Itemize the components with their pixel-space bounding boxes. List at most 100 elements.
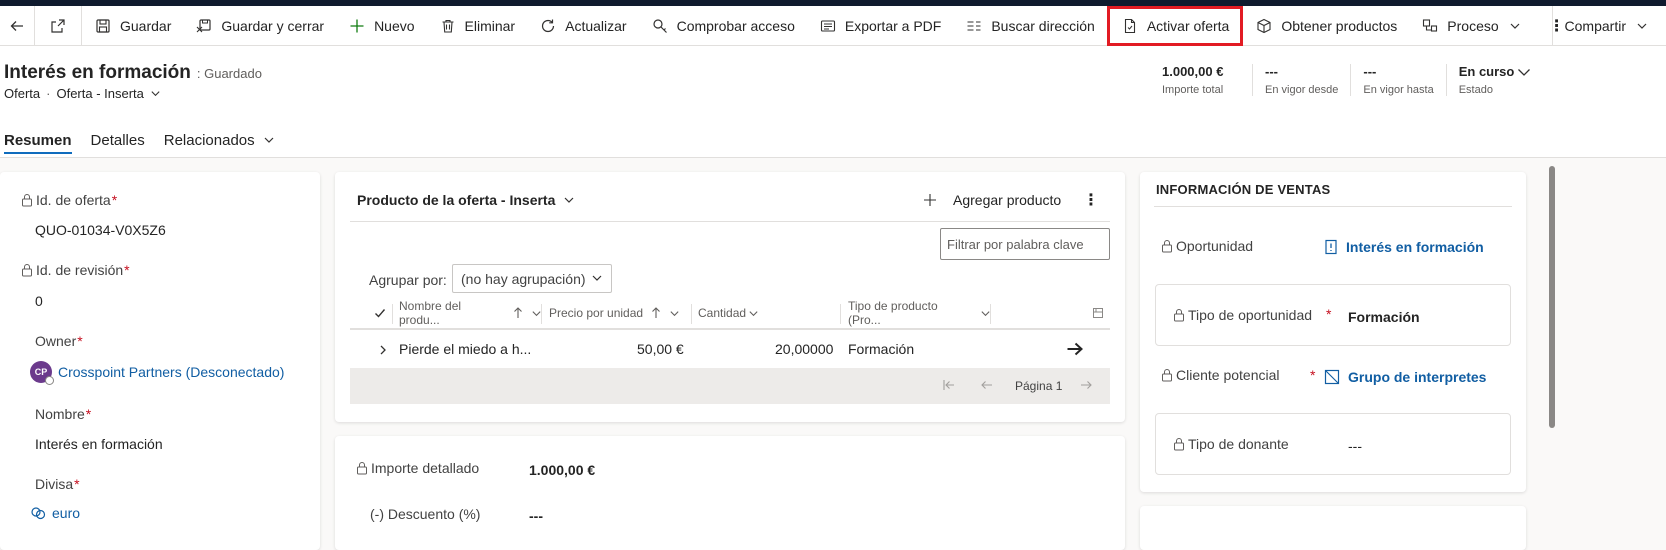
prospect-lookup[interactable]: Grupo de interpretes: [1324, 369, 1486, 385]
get-products-button[interactable]: Obtener productos: [1243, 6, 1409, 46]
export-pdf-button[interactable]: Exportar a PDF: [807, 6, 953, 46]
open-record-arrow-icon[interactable]: [1066, 341, 1084, 360]
share-button[interactable]: Compartir: [1551, 6, 1666, 46]
opportunity-icon: [1324, 239, 1338, 255]
required-marker: *: [111, 192, 118, 208]
plus-icon: [923, 193, 937, 207]
currency-link[interactable]: euro: [52, 505, 80, 521]
next-page-icon[interactable]: [1079, 378, 1093, 392]
name-input[interactable]: Interés en formación: [35, 436, 163, 452]
column-header-product-type[interactable]: Tipo de producto (Pro...: [848, 298, 991, 328]
prospect-link[interactable]: Grupo de interpretes: [1348, 369, 1486, 385]
required-marker: *: [77, 333, 83, 349]
expand-row-icon[interactable]: [378, 343, 388, 359]
save-button[interactable]: Guardar: [82, 6, 183, 46]
revision-id-value: 0: [35, 293, 43, 309]
check-access-button[interactable]: Comprobar acceso: [639, 6, 807, 46]
name-label: Nombre *: [35, 406, 91, 422]
lock-icon: [1172, 437, 1186, 451]
sales-information-section: INFORMACIÓN DE VENTAS Oportunidad Interé…: [1140, 172, 1526, 492]
save-close-label: Guardar y cerrar: [221, 17, 325, 34]
open-new-window-button[interactable]: [35, 6, 81, 46]
refresh-label: Actualizar: [565, 17, 627, 34]
keyword-filter-input[interactable]: Filtrar por palabra clave: [940, 228, 1110, 260]
field-label-text: Oportunidad: [1176, 238, 1254, 254]
cell-unit-price: 50,00 €: [637, 341, 684, 357]
column-header-quantity[interactable]: Cantidad: [698, 298, 841, 328]
cell-product-name[interactable]: Pierde el miedo a h...: [399, 341, 531, 357]
revision-id-label: Id. de revisión *: [20, 262, 130, 278]
tab-details[interactable]: Detalles: [91, 122, 145, 158]
owner-lookup[interactable]: CP Crosspoint Partners (Desconectado): [30, 361, 284, 385]
group-by-select[interactable]: (no hay agrupación): [452, 264, 612, 293]
command-bar: Guardar Guardar y cerrar Nuevo Eliminar …: [0, 5, 1666, 46]
column-header-price[interactable]: Precio por unidad: [549, 298, 692, 328]
save-label: Guardar: [120, 17, 172, 34]
subgrid-more-button[interactable]: ⋮: [1083, 190, 1099, 210]
export-pdf-label: Exportar a PDF: [844, 17, 942, 34]
back-button[interactable]: [0, 6, 34, 46]
scrollbar-thumb[interactable]: [1549, 166, 1555, 428]
page-indicator: Página 1: [1015, 379, 1063, 393]
donor-type-field: Tipo de donante ---: [1155, 413, 1511, 475]
page-scrollbar[interactable]: [1545, 158, 1561, 550]
title-row: Interés en formación : Guardado: [4, 62, 262, 84]
new-button[interactable]: Nuevo: [336, 6, 426, 46]
chevron-down-icon[interactable]: [150, 88, 161, 99]
breadcrumb: Oferta · Oferta - Inserta: [4, 86, 161, 101]
column-divider: [691, 304, 692, 324]
column-header-name[interactable]: Nombre del produ...: [399, 298, 542, 328]
tab-summary[interactable]: Resumen: [4, 122, 72, 158]
header-expand-button[interactable]: [1516, 64, 1532, 83]
opportunity-lookup[interactable]: Interés en formación: [1324, 239, 1484, 255]
lock-icon: [1160, 368, 1174, 382]
activate-quote-label: Activar oferta: [1146, 17, 1230, 34]
divider: [350, 221, 1110, 222]
first-page-icon[interactable]: [942, 378, 956, 392]
cell-product-type: Formación: [848, 341, 915, 357]
amounts-section: Importe detallado 1.000,00 € (-) Descuen…: [335, 436, 1125, 550]
check-access-label: Comprobar acceso: [676, 17, 795, 34]
add-product-button[interactable]: Agregar producto: [923, 192, 1061, 208]
currency-lookup[interactable]: euro: [30, 505, 80, 521]
form-selector[interactable]: Oferta - Inserta: [56, 86, 143, 101]
delete-button[interactable]: Eliminar: [427, 6, 528, 46]
process-button[interactable]: Proceso: [1409, 6, 1532, 46]
column-divider: [840, 304, 841, 324]
refresh-button[interactable]: Actualizar: [527, 6, 638, 46]
header-field-label: Estado: [1458, 84, 1493, 96]
subgrid-title[interactable]: Producto de la oferta - Inserta: [357, 192, 575, 208]
grid-pager: Página 1: [350, 368, 1110, 404]
save-close-icon: [195, 17, 213, 35]
required-marker: *: [85, 406, 92, 422]
discount-value[interactable]: ---: [529, 508, 543, 524]
discount-label: (-) Descuento (%): [370, 506, 481, 522]
header-field-value: En curso: [1458, 64, 1515, 79]
avatar-initials: CP: [34, 367, 48, 377]
delete-label: Eliminar: [464, 17, 516, 34]
trash-icon: [439, 17, 457, 35]
column-header-text: Precio por unidad: [549, 306, 644, 320]
donor-type-value[interactable]: ---: [1348, 438, 1362, 454]
opportunity-type-value[interactable]: Formación: [1348, 309, 1420, 325]
activate-quote-button[interactable]: Activar oferta: [1106, 5, 1244, 46]
previous-page-icon[interactable]: [980, 378, 994, 392]
prospect-label: Cliente potencial: [1160, 367, 1280, 383]
save-close-button[interactable]: Guardar y cerrar: [183, 6, 336, 46]
lock-icon: [1172, 308, 1186, 322]
opportunity-link[interactable]: Interés en formación: [1346, 239, 1484, 255]
process-icon: [1421, 17, 1439, 35]
tab-related[interactable]: Relacionados: [164, 122, 275, 158]
owner-link[interactable]: Crosspoint Partners (Desconectado): [58, 364, 284, 380]
owner-label: Owner *: [35, 333, 83, 349]
column-settings-button[interactable]: [1092, 298, 1106, 328]
find-address-button[interactable]: Buscar dirección: [953, 6, 1107, 46]
header-field-label: En vigor desde: [1265, 84, 1339, 96]
chevron-down-icon: [263, 134, 275, 146]
header-fields: 1.000,00 € Importe total --- En vigor de…: [1162, 64, 1536, 96]
dot-separator: ·: [46, 86, 51, 101]
grid-settings-icon: [1093, 308, 1103, 318]
donor-type-label: Tipo de donante: [1172, 436, 1289, 452]
tab-related-label: Relacionados: [163, 131, 255, 149]
table-row[interactable]: Pierde el miedo a h... 50,00 € 20,00000 …: [350, 332, 1110, 368]
